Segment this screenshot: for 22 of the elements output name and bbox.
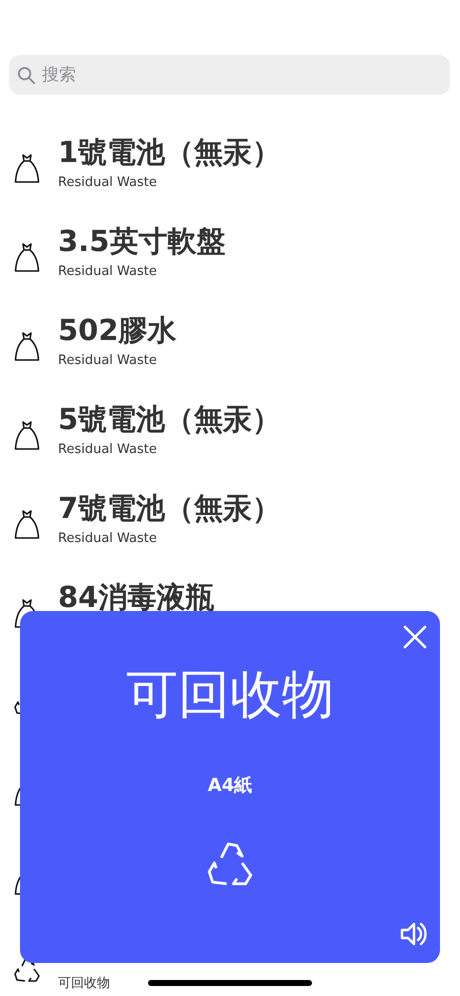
bag-icon [12, 152, 42, 184]
item-category: Residual Waste [58, 440, 158, 458]
result-category: 可回收物 [126, 665, 334, 725]
item-category: Residual Waste [58, 174, 158, 192]
bag-icon [12, 508, 42, 540]
item-category: Residual Waste [58, 530, 158, 548]
close-icon[interactable] [403, 625, 427, 649]
search-icon [17, 66, 36, 85]
item-title[interactable]: 84消毒液瓶 [58, 578, 214, 614]
item-title[interactable]: 7號電池（無汞） [58, 490, 282, 526]
item-title[interactable]: 5號電池（無汞） [58, 400, 282, 436]
item-category: 可回收物 [58, 974, 110, 992]
search-field[interactable]: 搜索 [9, 55, 450, 95]
result-item: A4紙 [208, 774, 252, 797]
item-title[interactable]: 502膠水 [58, 312, 177, 348]
bag-icon [12, 240, 42, 272]
item-category: Residual Waste [58, 262, 158, 280]
bag-icon [12, 330, 42, 362]
item-title[interactable]: 1號電池（無汞） [58, 134, 282, 170]
item-category: Residual Waste [58, 352, 158, 370]
item-title[interactable]: 3.5英寸軟盤 [58, 222, 226, 258]
bag-icon [12, 418, 42, 450]
